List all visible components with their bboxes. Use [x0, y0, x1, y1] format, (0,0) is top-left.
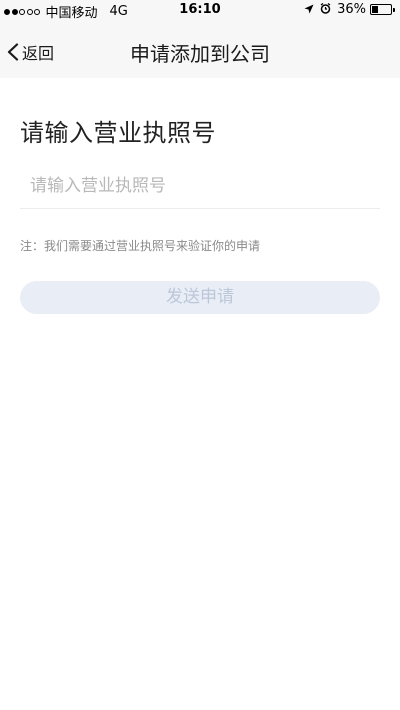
verification-note: 注：我们需要通过营业执照号来验证你的申请 — [20, 239, 261, 253]
license-input-wrapper — [20, 165, 380, 209]
apply-join-company-screen: 中国移动 4G 16:10 36% 返回 申请添加到公司 请输入营业执照号 请输… — [0, 0, 400, 710]
status-bar: 中国移动 4G 16:10 36% — [0, 0, 400, 21]
navigation-bar: 返回 申请添加到公司 — [0, 20, 400, 78]
battery-cap — [393, 8, 395, 12]
location-arrow-icon — [304, 3, 314, 17]
battery-icon — [370, 4, 395, 15]
battery-percent: 36% — [337, 2, 366, 17]
send-application-button[interactable]: 发送申请 — [20, 281, 380, 314]
battery-level-fill — [372, 6, 378, 13]
page-title: 申请添加到公司 — [130, 42, 270, 66]
form-heading: 请输入营业执照号 — [20, 119, 216, 147]
business-license-input[interactable] — [20, 165, 380, 207]
status-right: 36% — [304, 2, 395, 17]
alarm-clock-icon — [320, 2, 331, 17]
